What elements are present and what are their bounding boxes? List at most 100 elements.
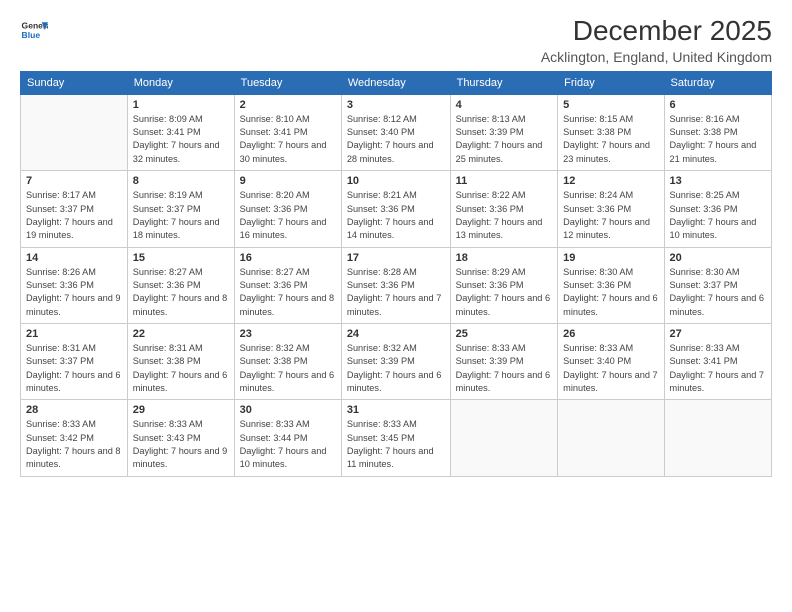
day-info: Sunrise: 8:33 AMSunset: 3:41 PMDaylight:… bbox=[670, 342, 766, 395]
day-info: Sunrise: 8:33 AMSunset: 3:43 PMDaylight:… bbox=[133, 418, 229, 471]
week-row-5: 28 Sunrise: 8:33 AMSunset: 3:42 PMDayligh… bbox=[21, 400, 772, 476]
logo: General Blue bbox=[20, 16, 48, 44]
day-cell bbox=[21, 94, 128, 170]
calendar-table: SundayMondayTuesdayWednesdayThursdayFrid… bbox=[20, 71, 772, 477]
svg-text:Blue: Blue bbox=[22, 30, 41, 40]
day-cell: 23 Sunrise: 8:32 AMSunset: 3:38 PMDayligh… bbox=[234, 323, 341, 399]
day-header-friday: Friday bbox=[558, 71, 664, 94]
day-number: 14 bbox=[26, 252, 122, 264]
day-cell: 28 Sunrise: 8:33 AMSunset: 3:42 PMDayligh… bbox=[21, 400, 128, 476]
day-cell: 30 Sunrise: 8:33 AMSunset: 3:44 PMDayligh… bbox=[234, 400, 341, 476]
day-cell: 6Sunrise: 8:16 AMSunset: 3:38 PMDaylight… bbox=[664, 94, 771, 170]
day-number: 10 bbox=[347, 175, 445, 187]
day-info: Sunrise: 8:30 AMSunset: 3:36 PMDaylight:… bbox=[563, 266, 658, 319]
day-number: 16 bbox=[240, 252, 336, 264]
day-cell: 17 Sunrise: 8:28 AMSunset: 3:36 PMDayligh… bbox=[341, 247, 450, 323]
header-row: SundayMondayTuesdayWednesdayThursdayFrid… bbox=[21, 71, 772, 94]
day-number: 5 bbox=[563, 99, 658, 111]
month-title: December 2025 bbox=[541, 16, 772, 47]
day-cell: 18 Sunrise: 8:29 AMSunset: 3:36 PMDayligh… bbox=[450, 247, 558, 323]
day-number: 8 bbox=[133, 175, 229, 187]
day-number: 22 bbox=[133, 328, 229, 340]
day-info: Sunrise: 8:30 AMSunset: 3:37 PMDaylight:… bbox=[670, 266, 766, 319]
day-info: Sunrise: 8:31 AMSunset: 3:37 PMDaylight:… bbox=[26, 342, 122, 395]
day-number: 19 bbox=[563, 252, 658, 264]
day-info: Sunrise: 8:32 AMSunset: 3:39 PMDaylight:… bbox=[347, 342, 445, 395]
day-cell bbox=[450, 400, 558, 476]
day-header-tuesday: Tuesday bbox=[234, 71, 341, 94]
day-number: 31 bbox=[347, 404, 445, 416]
day-info: Sunrise: 8:29 AMSunset: 3:36 PMDaylight:… bbox=[456, 266, 553, 319]
day-number: 23 bbox=[240, 328, 336, 340]
header: General Blue December 2025 Acklington, E… bbox=[20, 16, 772, 65]
day-cell: 2 Sunrise: 8:10 AMSunset: 3:41 PMDaylight… bbox=[234, 94, 341, 170]
day-number: 15 bbox=[133, 252, 229, 264]
day-number: 4 bbox=[456, 99, 553, 111]
day-number: 18 bbox=[456, 252, 553, 264]
day-number: 25 bbox=[456, 328, 553, 340]
day-info: Sunrise: 8:24 AMSunset: 3:36 PMDaylight:… bbox=[563, 189, 658, 242]
day-cell: 7 Sunrise: 8:17 AMSunset: 3:37 PMDaylight… bbox=[21, 171, 128, 247]
day-cell: 5 Sunrise: 8:15 AMSunset: 3:38 PMDaylight… bbox=[558, 94, 664, 170]
day-cell bbox=[664, 400, 771, 476]
day-cell: 1Sunrise: 8:09 AMSunset: 3:41 PMDaylight… bbox=[127, 94, 234, 170]
day-cell: 19 Sunrise: 8:30 AMSunset: 3:36 PMDayligh… bbox=[558, 247, 664, 323]
location: Acklington, England, United Kingdom bbox=[541, 49, 772, 65]
day-number: 1 bbox=[133, 99, 229, 111]
day-number: 17 bbox=[347, 252, 445, 264]
calendar-page: General Blue December 2025 Acklington, E… bbox=[0, 0, 792, 612]
day-cell: 4 Sunrise: 8:13 AMSunset: 3:39 PMDaylight… bbox=[450, 94, 558, 170]
day-number: 12 bbox=[563, 175, 658, 187]
day-header-thursday: Thursday bbox=[450, 71, 558, 94]
title-section: December 2025 Acklington, England, Unite… bbox=[541, 16, 772, 65]
day-info: Sunrise: 8:26 AMSunset: 3:36 PMDaylight:… bbox=[26, 266, 122, 319]
day-info: Sunrise: 8:25 AMSunset: 3:36 PMDaylight:… bbox=[670, 189, 766, 242]
day-number: 28 bbox=[26, 404, 122, 416]
day-info: Sunrise: 8:33 AMSunset: 3:45 PMDaylight:… bbox=[347, 418, 445, 471]
day-info: Sunrise: 8:22 AMSunset: 3:36 PMDaylight:… bbox=[456, 189, 553, 242]
day-number: 3 bbox=[347, 99, 445, 111]
day-number: 30 bbox=[240, 404, 336, 416]
day-number: 24 bbox=[347, 328, 445, 340]
day-number: 2 bbox=[240, 99, 336, 111]
day-info: Sunrise: 8:15 AMSunset: 3:38 PMDaylight:… bbox=[563, 113, 658, 166]
day-number: 9 bbox=[240, 175, 336, 187]
day-cell: 21 Sunrise: 8:31 AMSunset: 3:37 PMDayligh… bbox=[21, 323, 128, 399]
day-info: Sunrise: 8:17 AMSunset: 3:37 PMDaylight:… bbox=[26, 189, 122, 242]
day-header-sunday: Sunday bbox=[21, 71, 128, 94]
day-cell: 15 Sunrise: 8:27 AMSunset: 3:36 PMDayligh… bbox=[127, 247, 234, 323]
day-info: Sunrise: 8:33 AMSunset: 3:39 PMDaylight:… bbox=[456, 342, 553, 395]
day-info: Sunrise: 8:12 AMSunset: 3:40 PMDaylight:… bbox=[347, 113, 445, 166]
day-cell: 24 Sunrise: 8:32 AMSunset: 3:39 PMDayligh… bbox=[341, 323, 450, 399]
day-number: 11 bbox=[456, 175, 553, 187]
week-row-2: 7 Sunrise: 8:17 AMSunset: 3:37 PMDaylight… bbox=[21, 171, 772, 247]
day-cell: 26Sunrise: 8:33 AMSunset: 3:40 PMDayligh… bbox=[558, 323, 664, 399]
day-number: 27 bbox=[670, 328, 766, 340]
logo-icon: General Blue bbox=[20, 16, 48, 44]
day-info: Sunrise: 8:32 AMSunset: 3:38 PMDaylight:… bbox=[240, 342, 336, 395]
day-number: 29 bbox=[133, 404, 229, 416]
day-number: 21 bbox=[26, 328, 122, 340]
day-header-saturday: Saturday bbox=[664, 71, 771, 94]
day-info: Sunrise: 8:33 AMSunset: 3:42 PMDaylight:… bbox=[26, 418, 122, 471]
day-info: Sunrise: 8:10 AMSunset: 3:41 PMDaylight:… bbox=[240, 113, 336, 166]
day-cell: 9 Sunrise: 8:20 AMSunset: 3:36 PMDaylight… bbox=[234, 171, 341, 247]
day-cell bbox=[558, 400, 664, 476]
day-number: 6 bbox=[670, 99, 766, 111]
day-info: Sunrise: 8:27 AMSunset: 3:36 PMDaylight:… bbox=[133, 266, 229, 319]
day-info: Sunrise: 8:33 AMSunset: 3:44 PMDaylight:… bbox=[240, 418, 336, 471]
day-number: 7 bbox=[26, 175, 122, 187]
day-cell: 29 Sunrise: 8:33 AMSunset: 3:43 PMDayligh… bbox=[127, 400, 234, 476]
week-row-1: 1Sunrise: 8:09 AMSunset: 3:41 PMDaylight… bbox=[21, 94, 772, 170]
day-cell: 22Sunrise: 8:31 AMSunset: 3:38 PMDayligh… bbox=[127, 323, 234, 399]
week-row-3: 14 Sunrise: 8:26 AMSunset: 3:36 PMDayligh… bbox=[21, 247, 772, 323]
day-info: Sunrise: 8:28 AMSunset: 3:36 PMDaylight:… bbox=[347, 266, 445, 319]
day-info: Sunrise: 8:13 AMSunset: 3:39 PMDaylight:… bbox=[456, 113, 553, 166]
day-header-monday: Monday bbox=[127, 71, 234, 94]
day-cell: 20Sunrise: 8:30 AMSunset: 3:37 PMDayligh… bbox=[664, 247, 771, 323]
day-info: Sunrise: 8:33 AMSunset: 3:40 PMDaylight:… bbox=[563, 342, 658, 395]
day-cell: 16Sunrise: 8:27 AMSunset: 3:36 PMDayligh… bbox=[234, 247, 341, 323]
day-cell: 31 Sunrise: 8:33 AMSunset: 3:45 PMDayligh… bbox=[341, 400, 450, 476]
day-info: Sunrise: 8:21 AMSunset: 3:36 PMDaylight:… bbox=[347, 189, 445, 242]
day-info: Sunrise: 8:20 AMSunset: 3:36 PMDaylight:… bbox=[240, 189, 336, 242]
